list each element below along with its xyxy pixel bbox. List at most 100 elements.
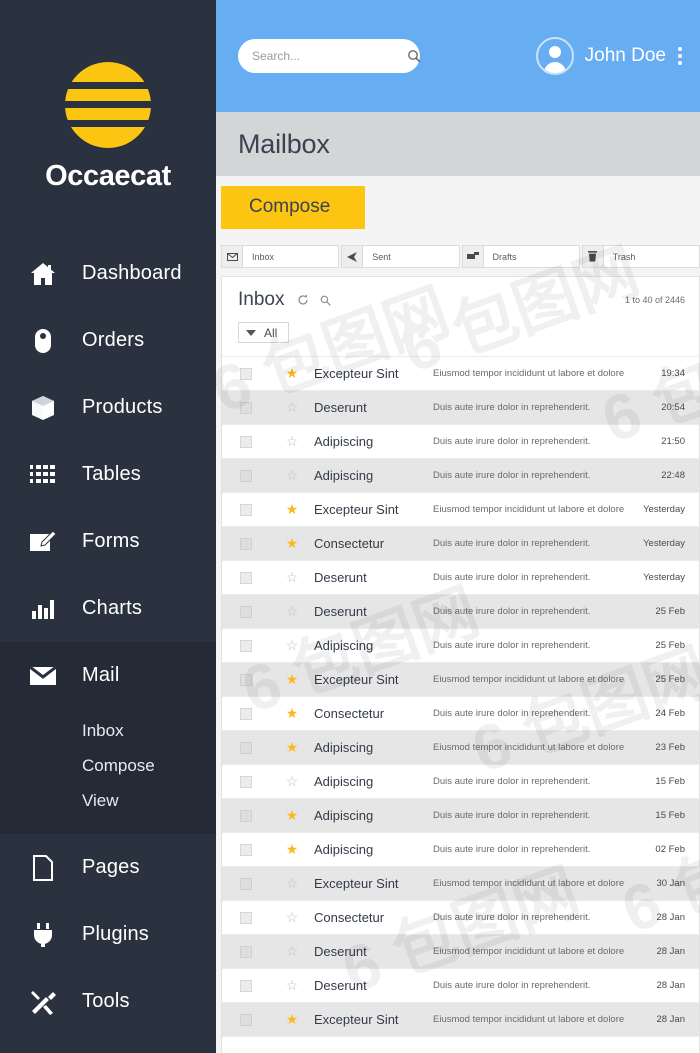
row-checkbox[interactable] [222,843,270,856]
compose-button[interactable]: Compose [221,186,366,229]
row-checkbox[interactable] [222,911,270,924]
mail-row[interactable]: ★ Adipiscing Duis aute irure dolor in repr… [222,799,699,833]
row-checkbox[interactable] [222,605,270,618]
row-checkbox[interactable] [222,673,270,686]
mail-row[interactable]: ☆ Adipiscing Duis aute irure dolor in repr… [222,459,699,493]
search-icon[interactable] [407,49,423,63]
folder-tab-inbox[interactable]: Inbox [221,245,340,268]
mail-row[interactable]: ★ Adipiscing Eiusmod tempor incididunt ut … [222,731,699,765]
sidebar-item-charts[interactable]: Charts [0,575,216,642]
row-checkbox[interactable] [222,809,270,822]
mail-row[interactable]: ☆ Deserunt Duis aute irure dolor in repreh… [222,561,699,595]
sidebar-item-pages[interactable]: Pages [0,834,216,901]
inbox-panel: Inbox 1 to 40 of 2446 All ★ Excepteur Sin… [221,276,700,1053]
mail-row[interactable]: ☆ Adipiscing Duis aute irure dolor in repr… [222,765,699,799]
search-box[interactable] [238,39,423,73]
row-checkbox[interactable] [222,537,270,550]
sidebar-item-forms[interactable]: Forms [0,508,216,575]
brand-name: Occaecat [45,160,171,192]
row-checkbox[interactable] [222,503,270,516]
row-checkbox[interactable] [222,775,270,788]
plug-icon [26,922,60,948]
sidebar-item-mail[interactable]: Mail [0,642,216,709]
mail-row[interactable]: ★ Consectetur Duis aute irure dolor in rep… [222,697,699,731]
mail-row[interactable]: ☆ Excepteur Sint Eiusmod tempor incididunt… [222,867,699,901]
row-checkbox[interactable] [222,877,270,890]
mail-time: 25 Feb [655,640,685,651]
sidebar-item-tools[interactable]: Tools [0,968,216,1035]
star-outline-icon[interactable]: ☆ [270,773,314,790]
mail-row[interactable]: ☆ Adipiscing Duis aute irure dolor in repr… [222,425,699,459]
row-checkbox[interactable] [222,639,270,652]
sidebar-item-tables[interactable]: Tables [0,441,216,508]
mail-row[interactable]: ★ Excepteur Sint Eiusmod tempor incididunt… [222,357,699,391]
star-outline-icon[interactable]: ☆ [270,467,314,484]
mail-time: 02 Feb [655,844,685,855]
mail-row[interactable]: ☆ Deserunt Eiusmod tempor incididunt ut la… [222,935,699,969]
star-outline-icon[interactable]: ☆ [270,977,314,994]
row-checkbox[interactable] [222,707,270,720]
submenu-item-compose[interactable]: Compose [0,748,216,783]
star-outline-icon[interactable]: ☆ [270,603,314,620]
star-outline-icon[interactable]: ☆ [270,909,314,926]
search-icon[interactable] [320,295,332,306]
mail-row[interactable]: ☆ Adipiscing Duis aute irure dolor in repr… [222,629,699,663]
star-outline-icon[interactable]: ☆ [270,637,314,654]
mail-row[interactable]: ☆ Deserunt Duis aute irure dolor in repreh… [222,969,699,1003]
mail-subject: Duis aute irure dolor in reprehenderit. [433,810,591,821]
folder-tab-drafts[interactable]: Drafts [461,245,580,268]
kebab-menu-icon[interactable] [678,47,690,65]
mail-row[interactable]: ★ Consectetur Duis aute irure dolor in rep… [222,527,699,561]
star-filled-icon[interactable]: ★ [270,1011,314,1028]
user-avatar-icon[interactable] [535,37,574,75]
star-filled-icon[interactable]: ★ [270,671,314,688]
search-input[interactable] [252,49,407,63]
select-all-dropdown[interactable]: All [238,322,290,343]
sidebar-item-orders[interactable]: Orders [0,307,216,374]
row-checkbox[interactable] [222,945,270,958]
folder-tab-sent[interactable]: Sent [341,245,460,268]
star-filled-icon[interactable]: ★ [270,535,314,552]
sidebar-item-plugins[interactable]: Plugins [0,901,216,968]
row-checkbox[interactable] [222,435,270,448]
row-checkbox[interactable] [222,367,270,380]
star-filled-icon[interactable]: ★ [270,841,314,858]
refresh-icon[interactable] [297,294,309,306]
star-filled-icon[interactable]: ★ [270,501,314,518]
mail-row[interactable]: ☆ Consectetur Duis aute irure dolor in rep… [222,901,699,935]
row-checkbox[interactable] [222,469,270,482]
mail-row[interactable]: ★ Adipiscing Duis aute irure dolor in repr… [222,833,699,867]
star-filled-icon[interactable]: ★ [270,739,314,756]
row-checkbox[interactable] [222,571,270,584]
mail-sender: Adipiscing [314,808,374,823]
row-checkbox[interactable] [222,1013,270,1026]
star-filled-icon[interactable]: ★ [270,807,314,824]
star-outline-icon[interactable]: ☆ [270,569,314,586]
mail-sender: Excepteur Sint [314,1012,399,1027]
mail-row[interactable]: ★ Excepteur Sint Eiusmod tempor incididunt… [222,1003,699,1037]
mail-sender: Excepteur Sint [314,672,399,687]
sidebar-item-dashboard[interactable]: Dashboard [0,240,216,307]
row-checkbox[interactable] [222,979,270,992]
mail-row[interactable]: ★ Excepteur Sint Eiusmod tempor incididunt… [222,663,699,697]
sidebar-item-label: Pages [82,856,140,878]
star-outline-icon[interactable]: ☆ [270,433,314,450]
main-content: John Doe Mailbox Compose Inbox Sent [216,0,700,1053]
submenu-item-inbox[interactable]: Inbox [0,713,216,748]
mail-row[interactable]: ★ Excepteur Sint Eiusmod tempor incididunt… [222,493,699,527]
mail-subject: Duis aute irure dolor in reprehenderit. [433,776,591,787]
star-outline-icon[interactable]: ☆ [270,943,314,960]
star-outline-icon[interactable]: ☆ [270,399,314,416]
folder-tab-trash[interactable]: Trash [581,245,700,268]
star-filled-icon[interactable]: ★ [270,705,314,722]
submenu-item-view[interactable]: View [0,783,216,818]
mail-row[interactable]: ☆ Deserunt Duis aute irure dolor in repreh… [222,595,699,629]
mail-row[interactable]: ☆ Deserunt Duis aute irure dolor in repreh… [222,391,699,425]
row-checkbox[interactable] [222,741,270,754]
sidebar-item-products[interactable]: Products [0,374,216,441]
star-outline-icon[interactable]: ☆ [270,875,314,892]
mail-time: 24 Feb [655,708,685,719]
mail-time: 19:34 [661,368,685,379]
star-filled-icon[interactable]: ★ [270,365,314,382]
row-checkbox[interactable] [222,401,270,414]
